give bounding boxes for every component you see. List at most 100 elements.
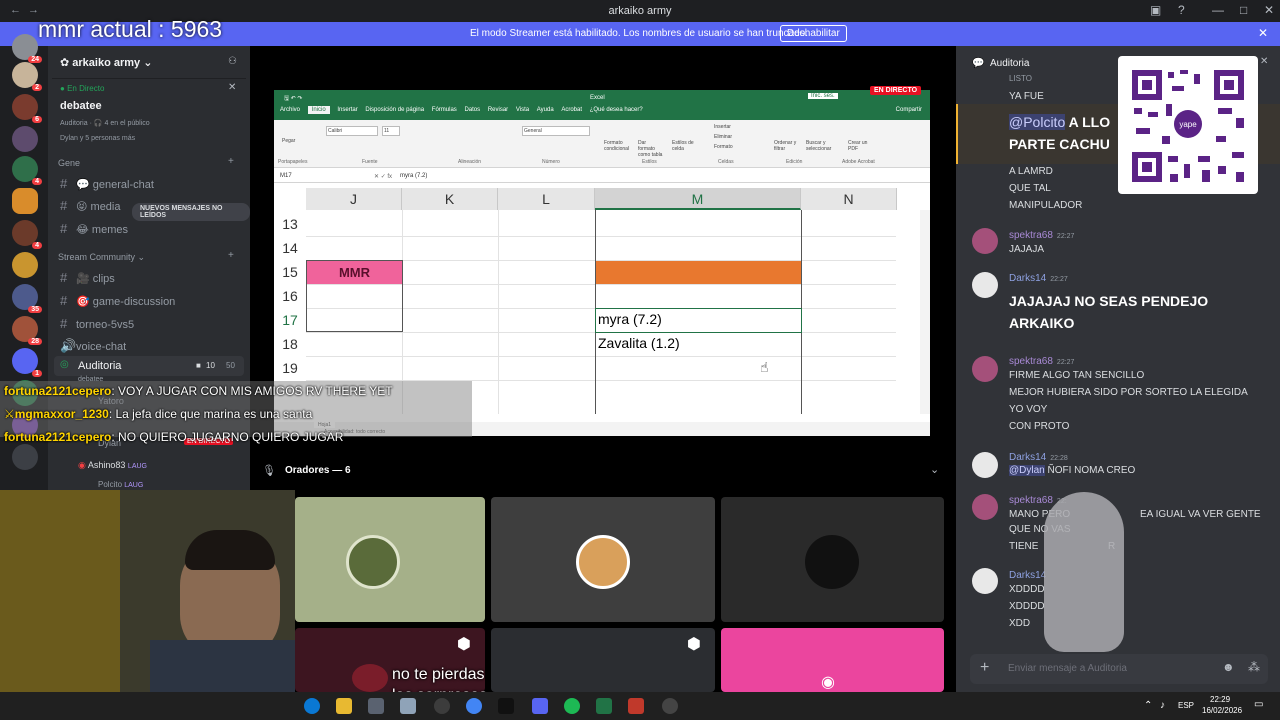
signin-button: Inic. ses. [808, 93, 838, 99]
server-icon[interactable]: 2 [12, 62, 42, 91]
speaker-tile[interactable] [491, 497, 715, 622]
channel-media[interactable]: # 😝 media [60, 198, 121, 213]
server-icon[interactable]: 6 [12, 94, 42, 123]
emoji-icon[interactable]: ☻ [1222, 660, 1235, 674]
avatar[interactable] [972, 494, 998, 520]
server-icon[interactable] [12, 126, 38, 152]
add-channel-icon[interactable]: + [228, 156, 234, 167]
tiktok-icon[interactable] [498, 698, 514, 714]
server-icon[interactable]: 1 [12, 348, 42, 377]
avatar[interactable] [972, 272, 998, 298]
spotify-icon[interactable] [564, 698, 580, 714]
inbox-icon[interactable]: ▣ [1150, 3, 1161, 17]
message-author[interactable]: spektra68 22:27 [1009, 356, 1074, 367]
notification-icon[interactable]: ▭ [1254, 699, 1263, 710]
chat-title: Auditoria [990, 58, 1030, 69]
voice-channel-auditoria[interactable]: ◎ Auditoria ■ 10 50 [54, 356, 244, 376]
clock-date[interactable]: 16/02/2026 [1202, 706, 1242, 715]
message-author[interactable]: Darks14 22:27 [1009, 273, 1068, 284]
obs-icon[interactable] [434, 698, 450, 714]
windows-taskbar: ⌃ ♪ ESP 22:29 16/02/2026 ▭ [0, 692, 1280, 720]
channel-voice-chat[interactable]: 🔊voice-chat [60, 338, 126, 354]
server-icon[interactable]: 4 [12, 220, 42, 249]
event-meta: Auditoria · 🎧 4 en el público [60, 120, 150, 127]
rat-sticker [1044, 492, 1124, 652]
steam-icon[interactable] [662, 698, 678, 714]
app-icon[interactable] [400, 698, 416, 714]
excel-ribbon-tabs: Archivo Inicio Insertar Disposición de p… [274, 106, 930, 120]
speaker-tile[interactable]: ⬢ [491, 628, 715, 692]
event-title[interactable]: debatee [60, 100, 102, 112]
speaker-tile[interactable] [295, 497, 485, 622]
help-icon[interactable]: ? [1178, 3, 1185, 17]
category-general[interactable]: Gene [58, 158, 80, 168]
tray-chevron-icon[interactable]: ⌃ [1144, 700, 1152, 711]
volume-icon[interactable]: ♪ [1160, 700, 1165, 711]
formula-text: myra (7.2) [400, 173, 428, 179]
vertical-scrollbar [920, 210, 930, 414]
channel-memes[interactable]: # 😂 memes [60, 221, 128, 236]
avatar[interactable] [972, 452, 998, 478]
close-window-button[interactable]: ✕ [1264, 3, 1274, 17]
maximize-button[interactable]: □ [1240, 3, 1247, 17]
avatar[interactable] [972, 228, 998, 254]
chat-bubble-icon: 💬 [972, 58, 985, 69]
channel-general-chat[interactable]: # 💬 general-chat [60, 176, 154, 191]
message-author[interactable]: spektra68 22:27 [1009, 230, 1074, 241]
speaker-tile[interactable]: ◉ [721, 628, 944, 692]
file-explorer-icon[interactable] [336, 698, 352, 714]
message-input[interactable]: + Enviar mensaje a Auditoria ☻ ⁂ [970, 654, 1268, 684]
avatar[interactable] [972, 568, 998, 594]
moderator-icon: ⬢ [457, 636, 471, 653]
server-name-button[interactable]: ✿ arkaiko army ⌄ [60, 56, 152, 69]
discord-icon[interactable] [532, 698, 548, 714]
edge-icon[interactable] [304, 698, 320, 714]
server-icon[interactable] [12, 188, 38, 214]
invite-icon[interactable]: ⚇ [228, 56, 237, 67]
new-messages-pill[interactable]: NUEVOS MENSAJES NO LEÍDOS [132, 203, 250, 221]
streamer-hair [185, 530, 275, 570]
close-icon[interactable]: ✕ [228, 82, 236, 93]
avatar [576, 535, 630, 589]
hash-icon: # [60, 176, 68, 191]
message-author[interactable]: Darks14 22:28 [1009, 452, 1068, 463]
add-channel-icon[interactable]: + [228, 250, 234, 261]
channel-emoji: 😝 [76, 201, 88, 213]
channel-torneo[interactable]: # torneo-5vs5 [60, 316, 134, 331]
language-indicator[interactable]: ESP [1178, 701, 1194, 710]
app-icon[interactable] [628, 698, 644, 714]
avatar[interactable] [972, 356, 998, 382]
server-icon[interactable] [12, 252, 38, 278]
excel-title-bar: 🖫 ↶ ↷ Excel Inic. ses. [274, 90, 930, 107]
channel-clips[interactable]: # 🎥 clips [60, 270, 115, 285]
server-icon[interactable]: 4 [12, 156, 42, 185]
close-icon[interactable]: ✕ [1258, 26, 1268, 40]
live-event-label: ● En Directo [60, 84, 105, 93]
save-icon: 🖫 ↶ ↷ [284, 96, 303, 102]
disable-streamer-button[interactable]: Deshabilitar [780, 25, 847, 42]
server-icon[interactable]: 24 [12, 34, 42, 63]
category-stream-community[interactable]: Stream Community ⌄ [58, 252, 145, 263]
message-author[interactable]: Darks14 [1009, 570, 1046, 581]
excel-ribbon: Pegar Calibri 11 General Formato condici… [274, 120, 930, 168]
game-emoji: 🎯 [76, 296, 90, 308]
app-icon[interactable] [368, 698, 384, 714]
channel-game-discussion[interactable]: # 🎯 game-discussion [60, 293, 175, 308]
server-icon[interactable]: 35 [12, 284, 42, 313]
minimize-button[interactable]: — [1212, 3, 1224, 17]
add-attachment-icon[interactable]: + [980, 659, 989, 677]
chevron-down-icon[interactable]: ⌄ [930, 463, 939, 476]
close-icon[interactable]: ✕ [1260, 56, 1268, 67]
mmr-header-cell: MMR [307, 261, 402, 284]
voice-user[interactable]: Polcito LAUG [98, 480, 143, 489]
server-icon[interactable]: 28 [12, 316, 42, 345]
chrome-icon[interactable] [466, 698, 482, 714]
mmr-overlay: mmr actual : 5963 [38, 16, 223, 42]
speaker-tile[interactable] [721, 497, 944, 622]
voice-user[interactable]: ◉ Ashino83 LAUG [78, 460, 147, 471]
excel-icon[interactable] [596, 698, 612, 714]
stage-icon: ◎ [60, 359, 69, 370]
apps-icon[interactable]: ⁂ [1248, 660, 1260, 674]
server-icon[interactable] [12, 444, 38, 470]
clock-time[interactable]: 22:29 [1210, 695, 1230, 704]
